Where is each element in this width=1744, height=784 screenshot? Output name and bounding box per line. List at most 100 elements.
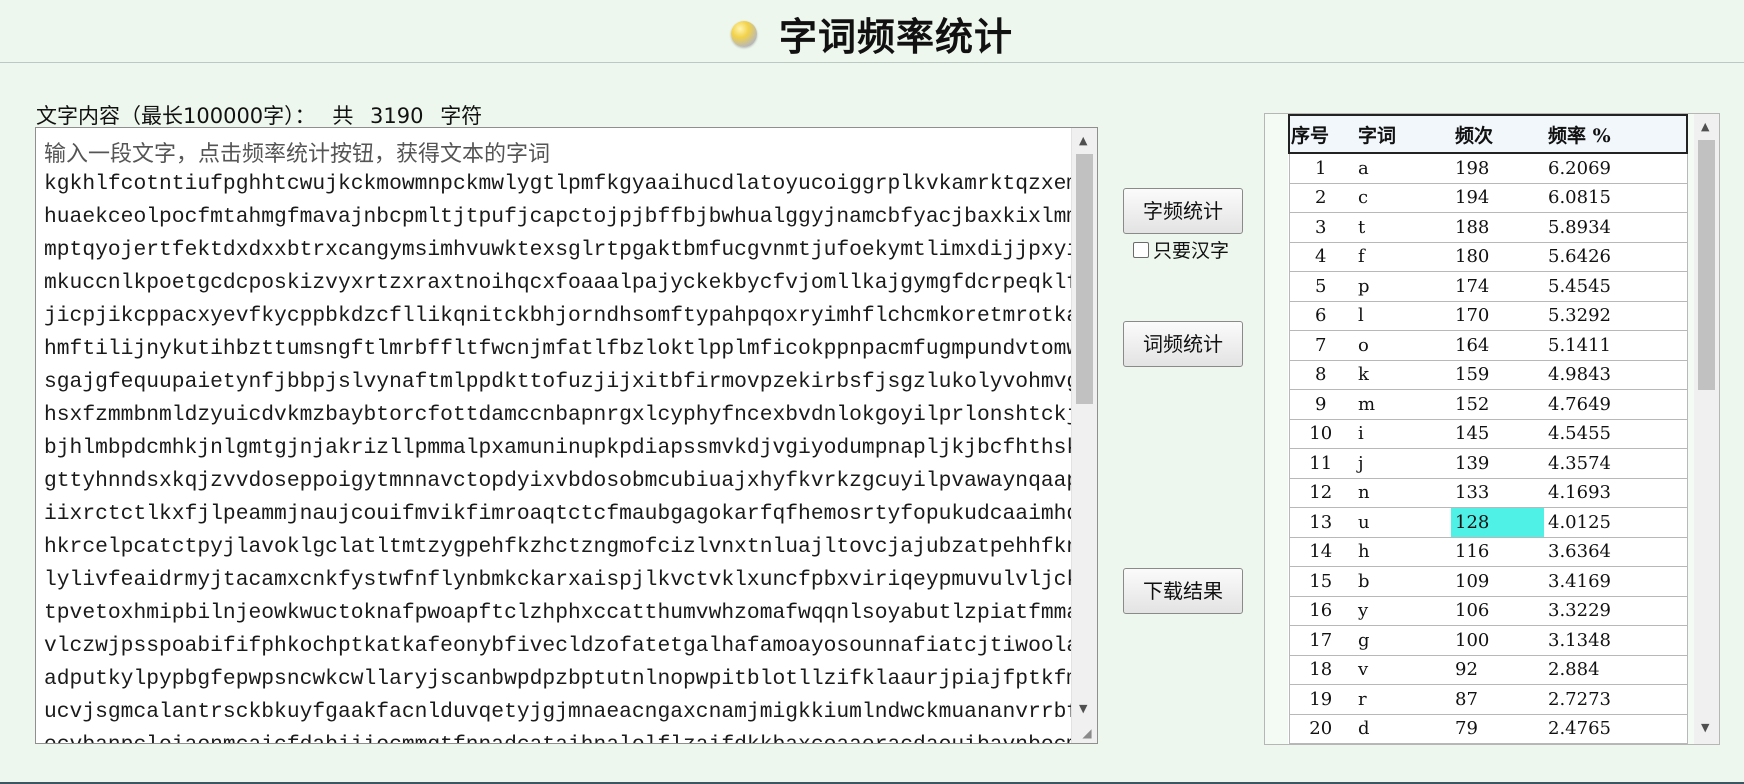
result-row: 5 p 174 5.4545 (1288, 271, 1688, 302)
row-frequency: 3.4169 (1544, 566, 1688, 597)
text-line: sgajgfequupaietynfjbbpjslvynaftmlppdktto… (44, 370, 1098, 394)
text-line: kgkhlfcotntiufpghhtcwujkckmowmnpckmwlygt… (44, 172, 1098, 196)
only-chinese-checkbox-label[interactable]: 只要汉字 (1133, 236, 1229, 263)
result-row: 20 d 79 2.4765 (1288, 714, 1688, 744)
row-term: t (1352, 212, 1451, 243)
char-frequency-button[interactable]: 字频统计 (1123, 188, 1243, 234)
result-row: 21x732.2884 (1288, 743, 1688, 744)
row-count: 106 (1451, 596, 1544, 626)
row-term: a (1352, 153, 1451, 184)
text-scrollbar-thumb[interactable] (1076, 154, 1093, 404)
result-row: 7 o 164 5.1411 (1288, 330, 1688, 361)
row-index: 18 (1288, 655, 1352, 685)
result-row: 19 r 87 2.7273 (1288, 684, 1688, 715)
row-term: u (1352, 507, 1451, 538)
text-line: huaekceolpocfmtahmgfmavajnbcpmltjtpufjca… (44, 205, 1098, 229)
row-count: 73 (1451, 743, 1544, 744)
resize-grip-icon[interactable]: ◢ (1079, 725, 1095, 741)
row-term: v (1352, 655, 1451, 685)
page-title: 字词频率统计 (778, 15, 1013, 59)
text-input-area[interactable]: 输入一段文字，点击频率统计按钮，获得文本的字词 kgkhlfcotntiufpg… (35, 127, 1098, 744)
result-row: 8 k 159 4.9843 (1288, 360, 1688, 390)
scroll-up-arrow-icon[interactable]: ▲ (1079, 134, 1087, 147)
result-row: 16 y 106 3.3229 (1288, 596, 1688, 626)
result-row: 17 g 100 3.1348 (1288, 625, 1688, 656)
text-line: gttyhnndsxkqjzvvdoseppoigytmnnavctopdyix… (44, 469, 1098, 493)
content-label-text: 文字内容（最长100000字）： (36, 104, 316, 128)
result-row: 18 v 92 2.884 (1288, 655, 1688, 685)
row-count: 109 (1451, 566, 1544, 597)
row-term: n (1352, 478, 1451, 508)
row-term: o (1352, 330, 1451, 361)
char-count-prefix: 共 (332, 104, 354, 128)
row-index: 9 (1288, 389, 1352, 420)
row-index: 15 (1288, 566, 1352, 597)
content-label: 文字内容（最长100000字）： 共 3190 字符 (36, 100, 492, 130)
text-line: hkrcelpcatctpyjlavoklgclatltmtzygpehfkzh… (44, 535, 1098, 559)
text-line: mkuccnlkpoetgcdcposkizvyxrtzxraxtnoihqcx… (44, 271, 1098, 295)
row-frequency: 2.884 (1544, 655, 1688, 685)
row-index: 20 (1288, 714, 1352, 744)
row-frequency: 2.7273 (1544, 684, 1688, 715)
text-scrollbar[interactable]: ▲ ▼ (1071, 128, 1097, 743)
text-line: lylivfeaidrmyjtacamxcnkfystwfnflynbmkcka… (44, 568, 1098, 592)
row-term: d (1352, 714, 1451, 744)
only-chinese-checkbox[interactable] (1133, 241, 1149, 258)
row-term: p (1352, 271, 1451, 302)
result-row: 6 l 170 5.3292 (1288, 301, 1688, 331)
results-scrollbar[interactable]: ▲ ▼ (1694, 114, 1719, 744)
row-frequency: 4.1693 (1544, 478, 1688, 508)
result-row: 9 m 152 4.7649 (1288, 389, 1688, 420)
row-index: 17 (1288, 625, 1352, 656)
row-count: 145 (1451, 419, 1544, 449)
row-frequency: 5.4545 (1544, 271, 1688, 302)
char-count-value: 3190 (370, 104, 424, 128)
result-row: 10 i 145 4.5455 (1288, 419, 1688, 449)
row-term: m (1352, 389, 1451, 420)
result-row: 12 n 133 4.1693 (1288, 478, 1688, 508)
row-count: 159 (1451, 360, 1544, 390)
row-index: 11 (1288, 448, 1352, 479)
row-index: 2 (1288, 183, 1352, 213)
row-frequency: 4.7649 (1544, 389, 1688, 420)
row-frequency: 5.8934 (1544, 212, 1688, 243)
result-row: 15 b 109 3.4169 (1288, 566, 1688, 597)
results-panel: 序号 字词 频次 频率 % 1 a 198 6.2069 2 c 194 6.0815 3 t 18… (1264, 113, 1720, 745)
header-bar: 字词频率统计 (0, 0, 1744, 63)
row-frequency: 5.6426 (1544, 242, 1688, 272)
row-frequency: 2.4765 (1544, 714, 1688, 744)
logo-orb-icon (730, 20, 757, 47)
word-frequency-button[interactable]: 词频统计 (1123, 321, 1243, 367)
only-chinese-label: 只要汉字 (1153, 240, 1230, 262)
row-term: h (1352, 537, 1451, 567)
text-line: hmftilijnykutihbzttumsngftlmrbffltfwcnjm… (44, 337, 1098, 361)
text-line: mptqyojertfektdxdxxbtrxcangymsimhvuwktex… (44, 238, 1098, 262)
result-row: 1 a 198 6.2069 (1288, 153, 1688, 184)
text-input-placeholder: 输入一段文字，点击频率统计按钮，获得文本的字词 (44, 142, 551, 167)
row-count: 174 (1451, 271, 1544, 302)
scroll-down-arrow-icon[interactable]: ▼ (1079, 702, 1087, 715)
row-count: 152 (1451, 389, 1544, 420)
row-term: l (1352, 301, 1451, 331)
header-index: 序号 (1288, 114, 1352, 154)
header-frequency: 频率 % (1544, 114, 1688, 154)
row-index: 4 (1288, 242, 1352, 272)
row-frequency: 5.1411 (1544, 330, 1688, 361)
download-results-button[interactable]: 下载结果 (1123, 568, 1243, 614)
results-scroll-down-arrow-icon[interactable]: ▼ (1701, 721, 1709, 734)
results-scroll-up-arrow-icon[interactable]: ▲ (1701, 120, 1709, 133)
row-count: 92 (1451, 655, 1544, 685)
row-frequency: 6.0815 (1544, 183, 1688, 213)
row-index: 6 (1288, 301, 1352, 331)
row-term: k (1352, 360, 1451, 390)
text-line: iixrctctlkxfjlpeammjnaujcouifmvikfimroaq… (44, 502, 1098, 526)
row-frequency: 5.3292 (1544, 301, 1688, 331)
text-line: bjhlmbpdcmhkjnlgmtgjnjakrizllpmmalpxamun… (44, 436, 1098, 460)
row-count: 198 (1451, 153, 1544, 184)
row-frequency: 4.9843 (1544, 360, 1688, 390)
row-frequency: 4.3574 (1544, 448, 1688, 479)
row-count: 128 (1451, 507, 1544, 538)
row-count: 87 (1451, 684, 1544, 715)
results-scrollbar-thumb[interactable] (1698, 140, 1715, 390)
row-term: f (1352, 242, 1451, 272)
